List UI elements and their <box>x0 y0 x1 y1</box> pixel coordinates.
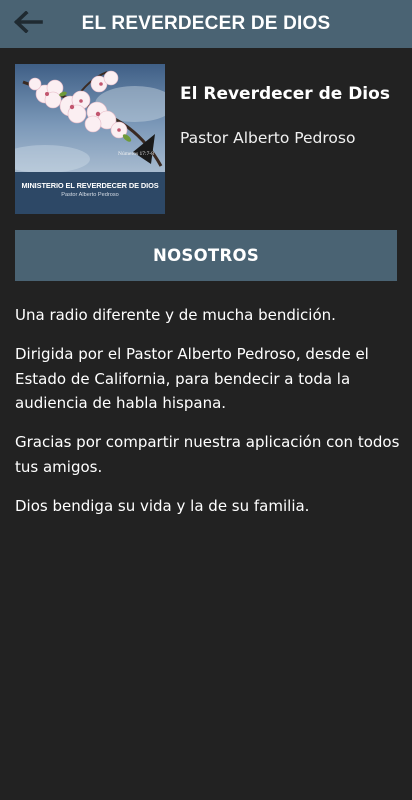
about-text: Una radio diferente y de mucha bendición… <box>15 303 401 533</box>
about-paragraph: Una radio diferente y de mucha bendición… <box>15 306 336 324</box>
cover-pastor-text: Pastor Alberto Pedroso <box>61 192 119 198</box>
cover-verse-text: Números 17:7-8 <box>118 151 154 157</box>
about-paragraph: Dios bendiga su vida y la de su familia. <box>15 496 310 515</box>
about-paragraph: Dirigida por el Pastor Alberto Pedroso, … <box>15 345 369 412</box>
arrow-left-icon <box>13 11 43 33</box>
station-name: El Reverdecer de Dios <box>180 84 390 104</box>
section-header-nosotros: NOSOTROS <box>15 230 397 281</box>
back-button[interactable] <box>8 4 48 40</box>
cover-ministry-text: MINISTERIO EL REVERDECER DE DIOS <box>21 181 159 190</box>
page-title: EL REVERDECER DE DIOS <box>81 13 331 34</box>
station-cover-image: Números 17:7-8 MINISTERIO EL REVERDECER … <box>15 64 165 214</box>
cover-caption: MINISTERIO EL REVERDECER DE DIOS Pastor … <box>15 172 165 214</box>
about-paragraph: Gracias por compartir nuestra aplicación… <box>15 433 400 476</box>
app-bar: EL REVERDECER DE DIOS <box>0 0 412 48</box>
station-host: Pastor Alberto Pedroso <box>180 129 356 147</box>
